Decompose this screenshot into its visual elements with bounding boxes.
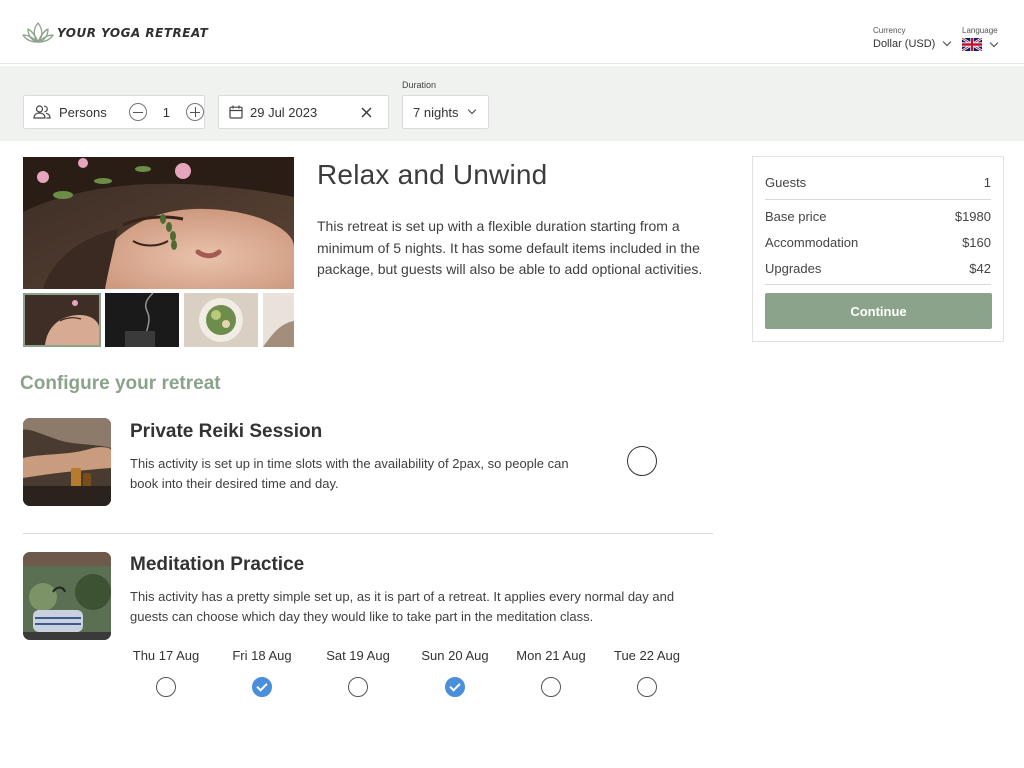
summary-divider (765, 199, 991, 200)
chevron-down-icon (467, 105, 476, 115)
configure-heading: Configure your retreat (20, 373, 221, 394)
check-icon[interactable] (252, 677, 272, 697)
lotus-icon (22, 22, 54, 43)
persons-icon (33, 105, 51, 119)
day-label: Tue 22 Aug (613, 648, 680, 663)
day-radio[interactable] (637, 677, 657, 697)
plus-icon[interactable] (185, 103, 204, 121)
top-header: YOUR YOGA RETREAT Currency Dollar (USD) … (0, 0, 1024, 64)
summary-row-upgrades: Upgrades $42 (765, 261, 991, 276)
logo[interactable]: YOUR YOGA RETREAT (22, 22, 209, 46)
meditation-activity-image (23, 552, 111, 640)
day-label: Sun 20 Aug (421, 648, 489, 663)
persons-count: 1 (162, 104, 170, 120)
price-summary: Guests 1 Base price $1980 Accommodation … (752, 156, 1004, 342)
page-title: Relax and Unwind (317, 159, 548, 190)
gallery-thumbnail[interactable] (184, 293, 258, 347)
duration-label: Duration (402, 80, 437, 90)
main-retreat-image (23, 157, 294, 289)
day-label: Mon 21 Aug (516, 648, 586, 663)
meditation-activity-description: This activity has a pretty simple set up… (130, 589, 675, 624)
close-icon[interactable] (361, 107, 372, 118)
summary-label: Accommodation (765, 235, 859, 250)
currency-value: Dollar (USD) (873, 38, 936, 50)
day-option-mon-21[interactable]: Mon 21 Aug (501, 648, 601, 697)
summary-value: $160 (962, 235, 991, 250)
day-option-thu-17[interactable]: Thu 17 Aug (116, 648, 216, 697)
date-field[interactable]: 29 Jul 2023 (218, 95, 389, 129)
summary-row-accommodation: Accommodation $160 (765, 235, 991, 250)
gallery-thumbnail[interactable] (263, 293, 294, 347)
chevron-down-icon (989, 38, 999, 47)
persons-field: Persons 1 (23, 95, 205, 129)
duration-select[interactable]: 7 nights (402, 95, 489, 129)
day-radio[interactable] (156, 677, 176, 697)
currency-selector[interactable]: Currency Dollar (USD) (873, 26, 952, 50)
language-selector[interactable]: Language (962, 26, 999, 51)
reiki-activity-image (23, 418, 111, 506)
reiki-activity-description: This activity is set up in time slots wi… (130, 456, 569, 491)
summary-divider (765, 284, 991, 285)
summary-label: Guests (765, 175, 807, 190)
summary-row-base-price: Base price $1980 (765, 209, 991, 224)
currency-label: Currency (873, 26, 906, 35)
summary-value: $42 (969, 261, 991, 276)
summary-label: Base price (765, 209, 827, 224)
day-option-tue-22[interactable]: Tue 22 Aug (597, 648, 697, 697)
continue-button[interactable]: Continue (765, 293, 992, 329)
date-value: 29 Jul 2023 (250, 104, 318, 120)
day-radio[interactable] (541, 677, 561, 697)
day-radio[interactable] (348, 677, 368, 697)
day-option-fri-18[interactable]: Fri 18 Aug (212, 648, 312, 697)
summary-value: $1980 (954, 209, 991, 224)
activity-divider (23, 533, 713, 534)
duration-value: 7 nights (413, 104, 459, 120)
day-label: Sat 19 Aug (326, 648, 390, 663)
calendar-icon (229, 105, 243, 119)
reiki-select-radio[interactable] (627, 446, 657, 476)
check-icon[interactable] (445, 677, 465, 697)
gallery-thumbnail[interactable] (105, 293, 179, 347)
chevron-down-icon (943, 37, 952, 47)
day-option-sat-19[interactable]: Sat 19 Aug (308, 648, 408, 697)
retreat-description: This retreat is set up with a flexible d… (317, 218, 703, 277)
gallery-thumbnail[interactable] (23, 293, 101, 347)
summary-row-guests: Guests 1 (765, 175, 991, 190)
day-label: Fri 18 Aug (232, 648, 292, 663)
summary-label: Upgrades (765, 261, 822, 276)
day-label: Thu 17 Aug (132, 648, 200, 663)
uk-flag-icon (962, 38, 982, 51)
summary-value: 1 (983, 175, 991, 190)
reiki-activity-title: Private Reiki Session (130, 421, 323, 442)
day-option-sun-20[interactable]: Sun 20 Aug (405, 648, 505, 697)
minus-icon[interactable] (128, 103, 147, 121)
persons-label: Persons (59, 104, 107, 120)
logo-text: YOUR YOGA RETREAT (57, 26, 209, 40)
language-label: Language (962, 26, 998, 35)
meditation-activity-title: Meditation Practice (130, 554, 305, 575)
